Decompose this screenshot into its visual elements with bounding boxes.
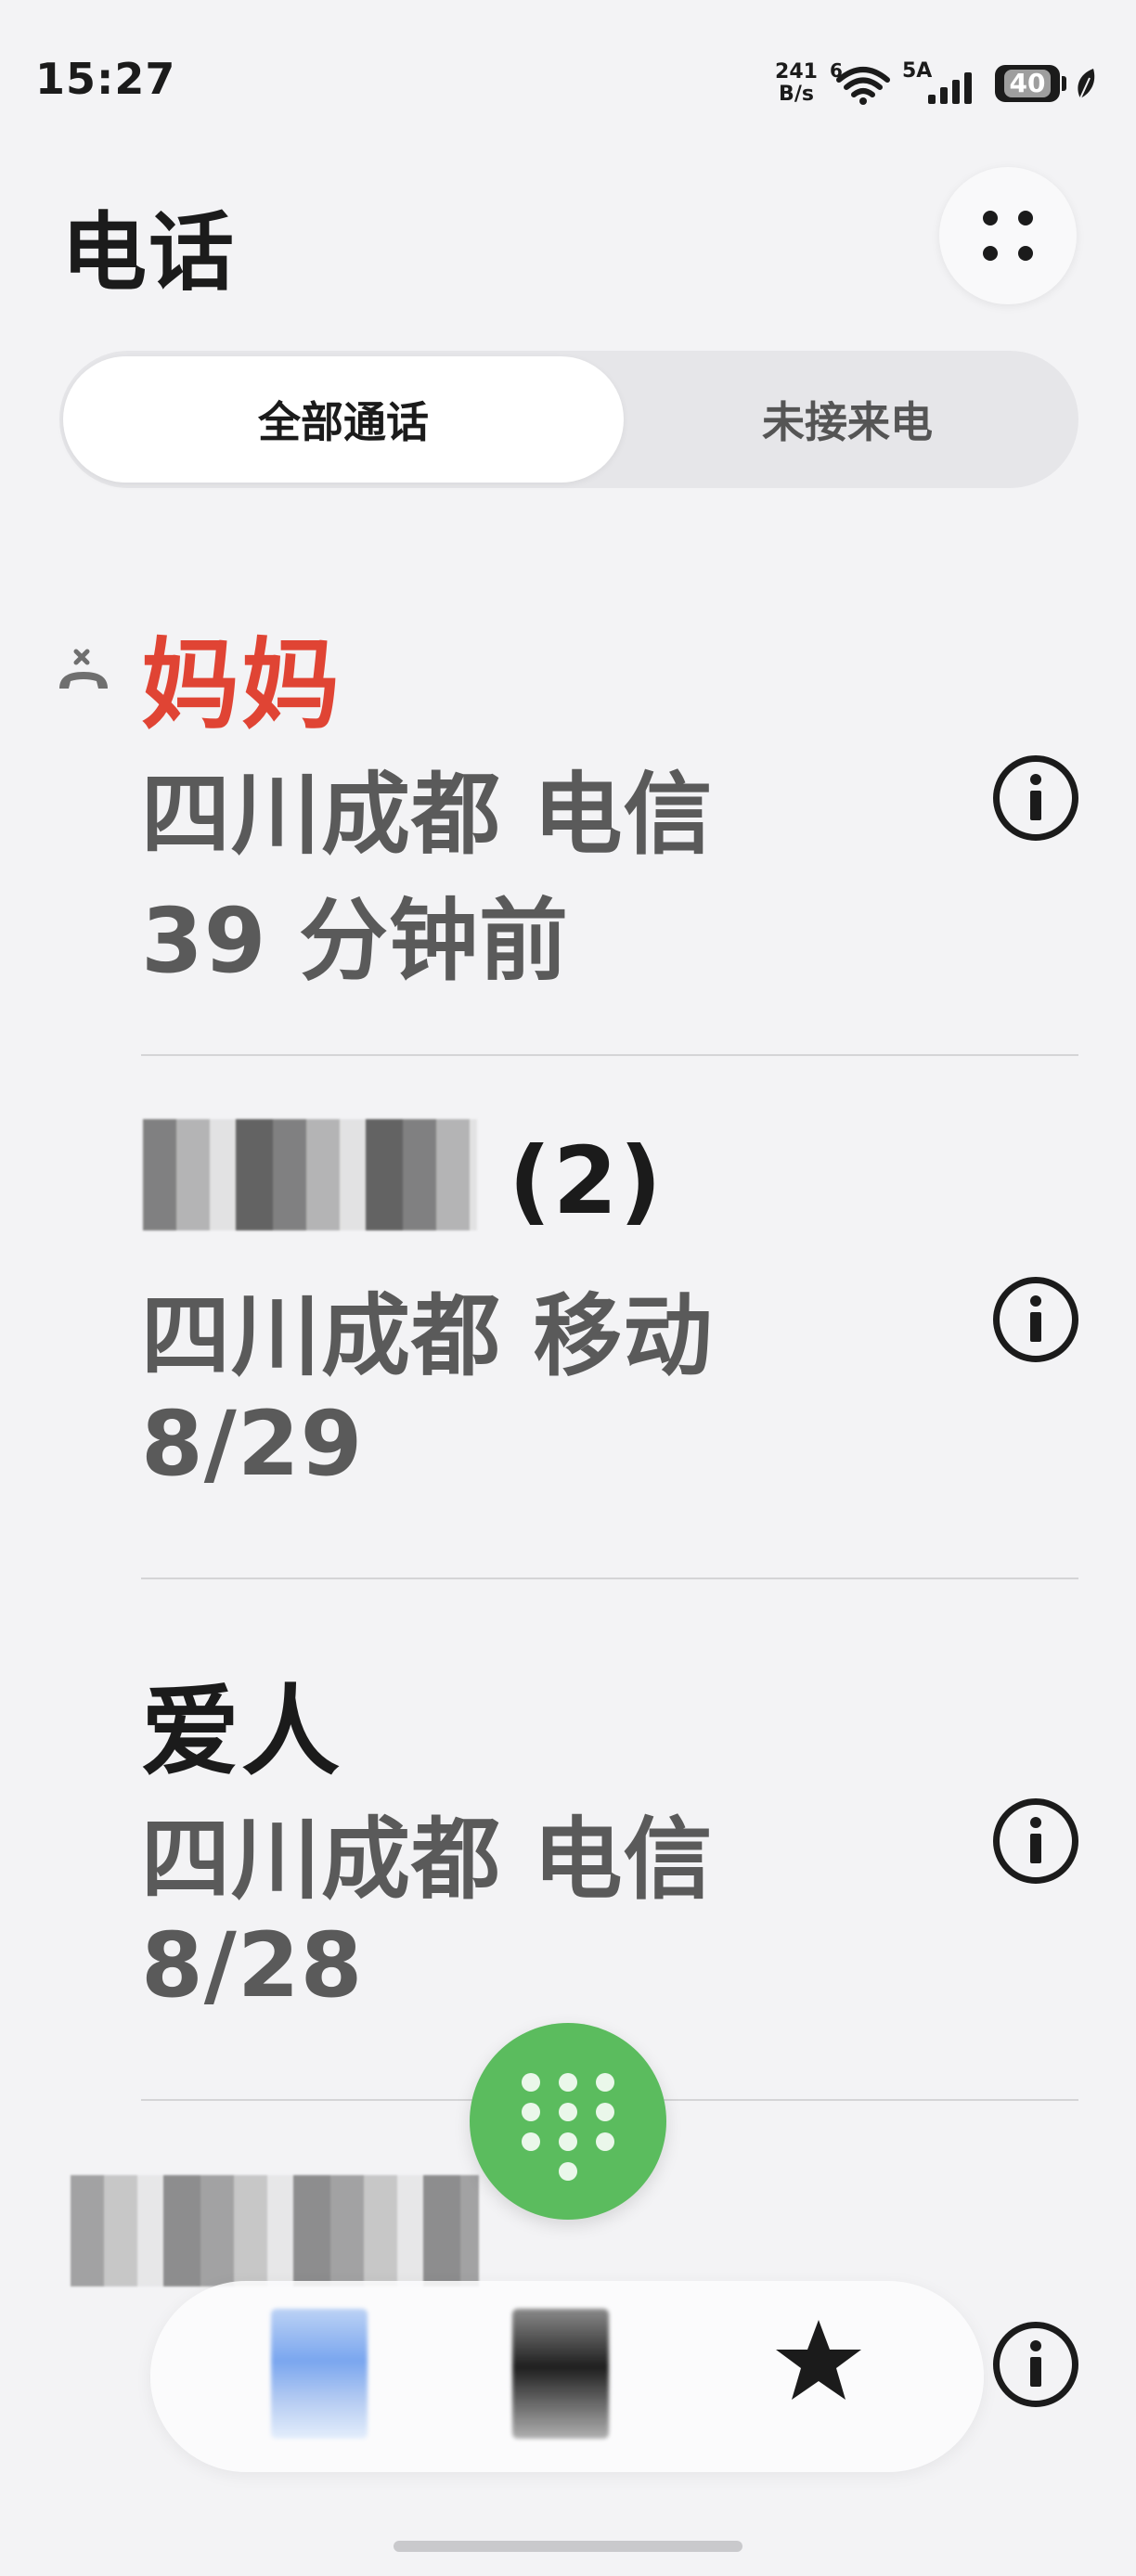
- status-time: 15:27: [35, 54, 176, 104]
- battery-icon: 40: [995, 65, 1060, 102]
- call-info-button[interactable]: [993, 1277, 1078, 1362]
- nav-recents-button[interactable]: [262, 2299, 392, 2448]
- more-options-button[interactable]: [939, 167, 1077, 304]
- info-icon: [1030, 1295, 1041, 1342]
- call-info-button[interactable]: [993, 1798, 1078, 1884]
- wifi-icon: 6: [830, 59, 891, 106]
- info-icon: [1030, 2340, 1041, 2387]
- call-location: 四川成都 移动: [141, 1284, 714, 1388]
- call-time: 8/29: [141, 1392, 364, 1496]
- call-location: 四川成都 电信: [141, 1808, 714, 1912]
- call-info-button[interactable]: [993, 755, 1078, 841]
- bottom-navigation: [150, 2281, 984, 2472]
- dialpad-icon: [470, 2023, 666, 2220]
- call-name: 爱人: [141, 1675, 342, 1789]
- missed-call-icon: [59, 649, 108, 689]
- battery-level: 40: [1003, 70, 1052, 97]
- call-count: (2): [509, 1127, 664, 1235]
- call-time: 8/28: [141, 1913, 364, 2017]
- network-speed-value: 241: [775, 60, 818, 84]
- tab-missed-calls[interactable]: 未接来电: [616, 351, 1078, 488]
- leaf-icon: [1078, 69, 1095, 99]
- signal-icon: [928, 67, 984, 104]
- home-indicator[interactable]: [394, 2541, 742, 2552]
- call-name: 妈妈: [141, 628, 342, 742]
- call-filter-tabs: 全部通话 未接来电: [59, 351, 1078, 488]
- divider: [141, 1054, 1078, 1056]
- network-speed-unit: B/s: [779, 83, 814, 106]
- call-time: 39 分钟前: [141, 889, 570, 993]
- nav-favorites-button[interactable]: [754, 2314, 884, 2444]
- call-info-button[interactable]: [993, 2322, 1078, 2407]
- network-speed: 241 B/s: [772, 61, 820, 106]
- call-location: 四川成都 电信: [141, 763, 714, 867]
- tab-all-calls[interactable]: 全部通话: [63, 356, 624, 483]
- page-title: 电话: [61, 203, 237, 303]
- wifi-6-label: 6: [830, 59, 843, 82]
- info-icon: [1030, 774, 1041, 820]
- obscured-contact-name: [71, 2175, 479, 2286]
- dialpad-button[interactable]: [470, 2023, 666, 2220]
- nav-contacts-button[interactable]: [503, 2299, 633, 2448]
- contacts-icon: [512, 2309, 609, 2439]
- star-icon: [776, 2320, 861, 2400]
- info-icon: [1030, 1817, 1041, 1863]
- divider: [141, 1578, 1078, 1579]
- four-dots-icon: [983, 211, 1033, 261]
- obscured-contact-name: [143, 1119, 477, 1230]
- recents-icon: [271, 2309, 368, 2439]
- battery-tip: [1062, 76, 1066, 91]
